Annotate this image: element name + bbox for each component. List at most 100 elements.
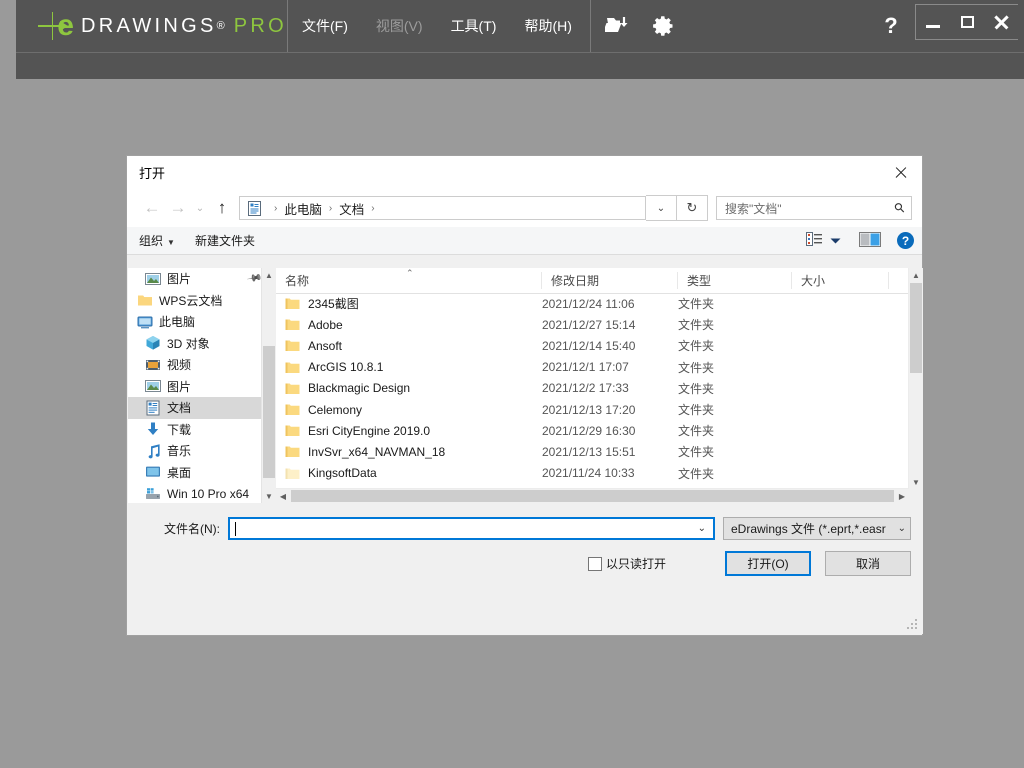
menu-view[interactable]: 视图(V) [362,0,437,52]
menu-help[interactable]: 帮助(H) [510,0,585,52]
column-header-3[interactable]: 大小 [792,272,889,289]
text-caret [235,521,236,536]
new-folder-button[interactable]: 新建文件夹 [195,232,255,249]
menu-file[interactable]: 文件(F) [288,0,362,52]
refresh-button[interactable]: ↻ [677,195,708,221]
menu-tools[interactable]: 工具(T) [437,0,511,52]
view-mode-dropdown[interactable] [830,234,841,248]
scroll-right-button[interactable]: ▶ [895,492,909,501]
window-controls [915,4,1018,40]
forward-button[interactable]: → [165,195,191,221]
logo-pro: PRO [233,14,287,37]
table-row[interactable]: Ansoft 2021/12/14 15:40 文件夹 [276,335,909,356]
cancel-button[interactable]: 取消 [825,551,911,576]
filename-input[interactable]: ⌄ [228,517,715,540]
folder-icon-glyph [138,295,152,306]
back-button[interactable]: ← [139,195,165,221]
sidebar-item-1[interactable]: WPS云文档 [128,290,276,312]
file-name: Celemony [308,402,363,417]
scroll-up-button[interactable]: ▲ [909,268,923,282]
file-name: Esri CityEngine 2019.0 [308,423,431,438]
sidebar-item-6[interactable]: 文档 [128,397,276,419]
table-row[interactable]: Celemony 2021/12/13 17:20 文件夹 [276,399,909,420]
table-row[interactable]: KingsoftData 2021/11/24 10:33 文件夹 [276,463,909,484]
table-row[interactable]: ArcGIS 10.8.1 2021/12/1 17:07 文件夹 [276,357,909,378]
resize-grip[interactable] [907,619,919,631]
hscroll-thumb[interactable] [291,490,894,502]
open-button[interactable]: 打开(O) [725,551,811,576]
sidebar-item-4[interactable]: 视频 [128,354,276,376]
sidebar-scroll-down-button[interactable]: ▼ [262,489,276,503]
file-list-scroll-thumb[interactable] [910,283,922,373]
table-row[interactable]: Blackmagic Design 2021/12/2 17:33 文件夹 [276,378,909,399]
preview-pane-glyph [859,231,881,247]
column-header-1[interactable]: 修改日期 [542,272,678,289]
recent-locations-button[interactable]: ⌄ [191,195,209,221]
file-list-hscrollbar[interactable]: ◀ ▶ [276,488,909,503]
sidebar-item-label: 此电脑 [159,315,196,330]
download-icon-glyph [147,422,159,436]
breadcrumb-item-computer[interactable]: 此电脑 [284,199,322,218]
scroll-left-button[interactable]: ◀ [276,492,290,501]
sidebar-item-2[interactable]: 此电脑 [128,311,276,333]
table-row[interactable]: 2345截图 2021/12/24 11:06 文件夹 [276,293,909,314]
sidebar-item-label: 图片 [167,272,192,287]
app-logo: e DRAWINGS ® PRO [16,0,288,52]
help-button[interactable]: ? [867,0,915,52]
menubar-divider [589,0,591,52]
filename-row: 文件名(N): ⌄ eDrawings 文件 (*.eprt,*.easr ⌄ [128,503,923,540]
dialog-title: 打开 [139,166,166,181]
maximize-button[interactable] [950,5,984,39]
readonly-checkbox[interactable] [587,556,602,571]
cell-name: Esri CityEngine 2019.0 [276,424,542,438]
sidebar-item-7[interactable]: 下载 [128,419,276,441]
readonly-checkbox-group[interactable]: 以只读打开 [587,555,666,572]
sidebar-item-3[interactable]: 3D 对象 [128,333,276,355]
cell-date: 2021/11/24 10:33 [542,466,635,481]
video-icon-glyph [146,359,160,370]
search-input[interactable]: 搜索"文档" [725,200,895,217]
close-button[interactable] [984,5,1018,39]
edrawings-pro-window: e DRAWINGS ® PRO 文件(F) 视图(V) 工具(T) 帮助(H) [0,0,1024,768]
organize-button[interactable]: 组织 ▼ [139,232,175,249]
sidebar-item-0[interactable]: 图片 📌 [128,268,276,290]
filename-dropdown-icon[interactable]: ⌄ [698,523,711,534]
sidebar-scroll-up-button[interactable]: ▲ [262,268,276,282]
path-dropdown-button[interactable]: ⌄ [646,195,677,221]
computer-icon [136,314,154,330]
preview-pane-icon[interactable] [859,231,881,250]
settings-gear-icon[interactable] [641,14,687,38]
sidebar-item-8[interactable]: 音乐 [128,440,276,462]
table-row[interactable]: Adobe 2021/12/27 15:14 文件夹 [276,314,909,335]
minimize-button[interactable] [916,5,950,39]
table-row[interactable]: InvSvr_x64_NAVMAN_18 2021/12/13 15:51 文件夹 [276,441,909,462]
breadcrumb-item-documents[interactable]: 文档 [339,199,364,218]
open-file-icon[interactable] [595,14,641,38]
folder-icon [136,292,154,308]
file-name: ArcGIS 10.8.1 [308,360,384,375]
file-list-vscrollbar[interactable]: ▲ ▼ [908,268,923,503]
table-row[interactable]: Esri CityEngine 2019.0 2021/12/29 16:30 文件… [276,420,909,441]
search-box[interactable]: 搜索"文档" ⚲ [716,196,912,220]
sidebar-scrollbar[interactable]: ▲ ▼ [261,268,276,503]
dialog-commandbar: 组织 ▼ 新建文件夹 ? [127,227,922,255]
pin-icon[interactable]: 📌 [246,271,263,287]
up-button[interactable]: ↑ [209,195,235,221]
dialog-body: 图片 📌 WPS云文档 此电脑 3D 对象 视频 图片 文档 下载 音乐 桌面 Win 10 Pro … [128,268,923,503]
sidebar-item-5[interactable]: 图片 [128,376,276,398]
dialog-close-button[interactable] [878,157,922,188]
organize-label: 组织 [139,234,164,248]
breadcrumb[interactable]: › 此电脑 › 文档 › [239,196,646,220]
filetype-dropdown[interactable]: eDrawings 文件 (*.eprt,*.easr ⌄ [723,517,911,540]
scroll-down-button[interactable]: ▼ [909,475,923,489]
sidebar-item-label: 桌面 [167,465,192,480]
column-header-2[interactable]: 类型 [678,272,792,289]
cell-type: 文件夹 [678,403,715,418]
sidebar-scroll-thumb[interactable] [263,346,275,478]
sidebar-item-9[interactable]: 桌面 [128,462,276,484]
picture-icon [144,271,162,287]
sidebar-item-10[interactable]: Win 10 Pro x64 [128,483,276,503]
view-mode-icon[interactable] [806,232,823,249]
maximize-icon [960,16,974,28]
dialog-help-button[interactable]: ? [897,232,914,249]
